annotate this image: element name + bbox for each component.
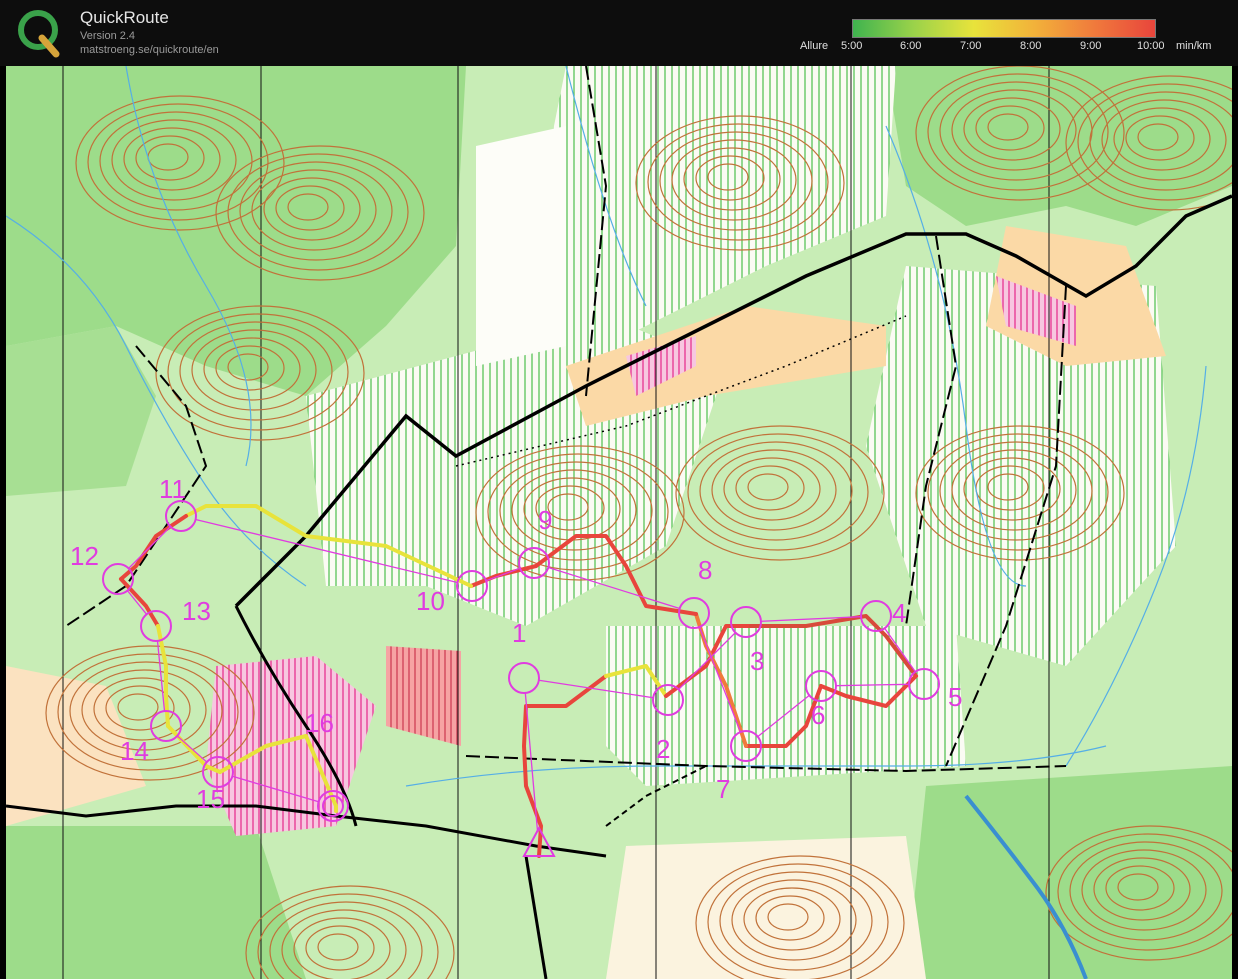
app-title: QuickRoute xyxy=(80,8,169,27)
control-number-label: 8 xyxy=(698,555,712,585)
control-number-label: 3 xyxy=(750,646,764,676)
app-url[interactable]: matstroeng.se/quickroute/en xyxy=(80,44,219,56)
pace-unit-label: min/km xyxy=(1176,40,1212,52)
quickroute-logo-icon xyxy=(18,10,60,58)
pace-legend-bar xyxy=(852,19,1156,38)
pace-tick-label: 6:00 xyxy=(900,40,922,52)
app-version: Version 2.4 xyxy=(80,30,136,42)
control-number-label: 4 xyxy=(892,598,906,628)
control-number-label: 16 xyxy=(305,708,334,738)
control-number-label: 7 xyxy=(716,774,730,804)
control-number-label: 10 xyxy=(416,586,445,616)
pace-tick-label: 7:00 xyxy=(960,40,982,52)
pace-tick-label: 5:00 xyxy=(841,40,863,52)
control-number-label: 5 xyxy=(948,682,962,712)
control-number-label: 14 xyxy=(120,736,149,766)
control-number-label: 1 xyxy=(512,618,526,648)
pace-tick-label: 9:00 xyxy=(1080,40,1102,52)
pace-legend-label: Allure xyxy=(800,40,829,52)
control-number-label: 6 xyxy=(811,700,825,730)
control-number-label: 13 xyxy=(182,596,211,626)
control-number-label: 12 xyxy=(70,541,99,571)
pace-tick-label: 8:00 xyxy=(1020,40,1042,52)
app-header: QuickRoute Version 2.4 matstroeng.se/qui… xyxy=(0,0,1238,66)
control-number-label: 15 xyxy=(196,784,225,814)
pace-tick-label: 10:00 xyxy=(1137,40,1165,52)
orienteering-map[interactable]: 1 2 3 4 5 6 7 8 9 10 11 12 13 14 15 16 xyxy=(6,66,1232,979)
control-number-label: 2 xyxy=(656,734,670,764)
control-number-label: 9 xyxy=(538,505,552,535)
control-number-label: 11 xyxy=(159,474,186,504)
